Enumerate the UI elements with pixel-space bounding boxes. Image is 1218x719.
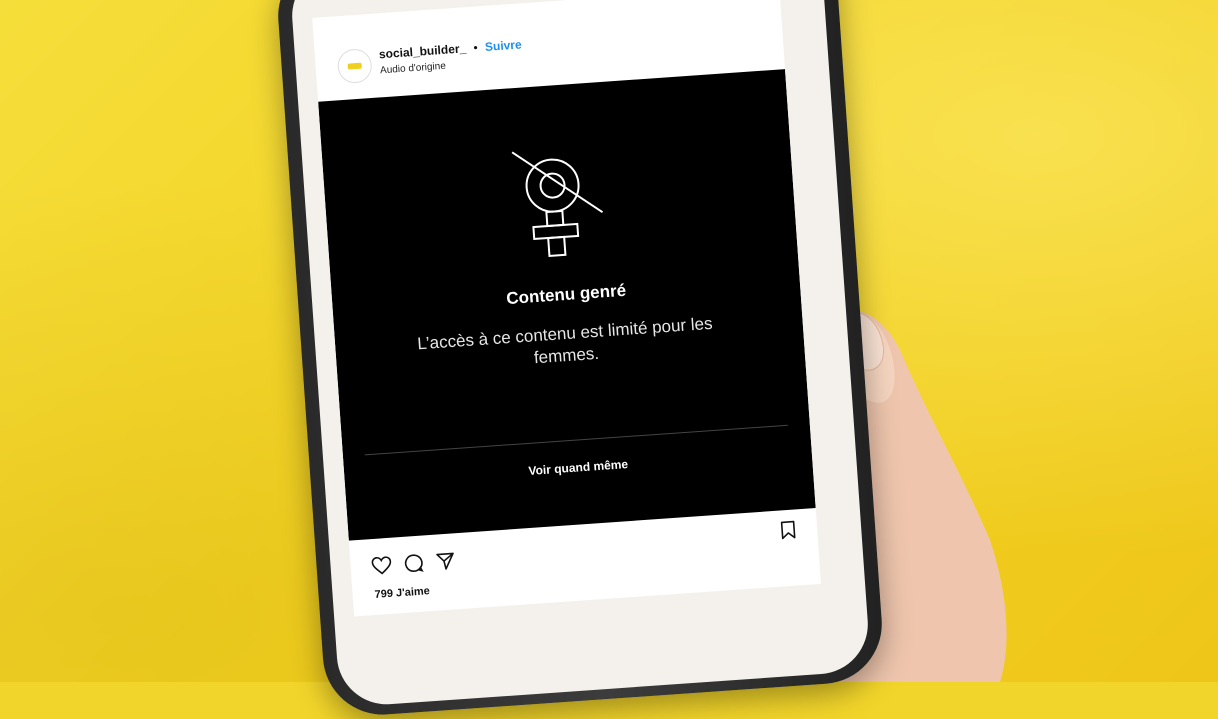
post-author-row: social_builder_ • Suivre [378, 37, 522, 61]
separator: • [472, 40, 479, 55]
heart-icon[interactable] [370, 554, 393, 577]
content-title: Contenu genré [505, 280, 627, 309]
content-description: L’accès à ce contenu est limité pour les… [416, 313, 714, 368]
comment-icon[interactable] [402, 551, 425, 574]
post-actions [370, 549, 457, 579]
female-symbol-crossed-icon [511, 151, 604, 258]
smartphone: social_builder_ • Suivre Audio d'origine… [274, 0, 886, 719]
follow-button[interactable]: Suivre [484, 37, 522, 54]
username-link[interactable]: social_builder_ [378, 41, 466, 61]
bookmark-icon[interactable] [778, 519, 799, 540]
send-icon[interactable] [434, 549, 457, 572]
audio-label[interactable]: Audio d'origine [380, 61, 446, 77]
phone-screen: social_builder_ • Suivre Audio d'origine… [312, 0, 821, 617]
likes-count[interactable]: 799 J'aime [374, 585, 430, 601]
avatar[interactable] [336, 47, 373, 85]
avatar-logo-icon [347, 62, 362, 70]
view-anyway-button[interactable]: Voir quand même [344, 438, 813, 497]
post-media: Contenu genré L’accès à ce contenu est l… [318, 69, 816, 541]
